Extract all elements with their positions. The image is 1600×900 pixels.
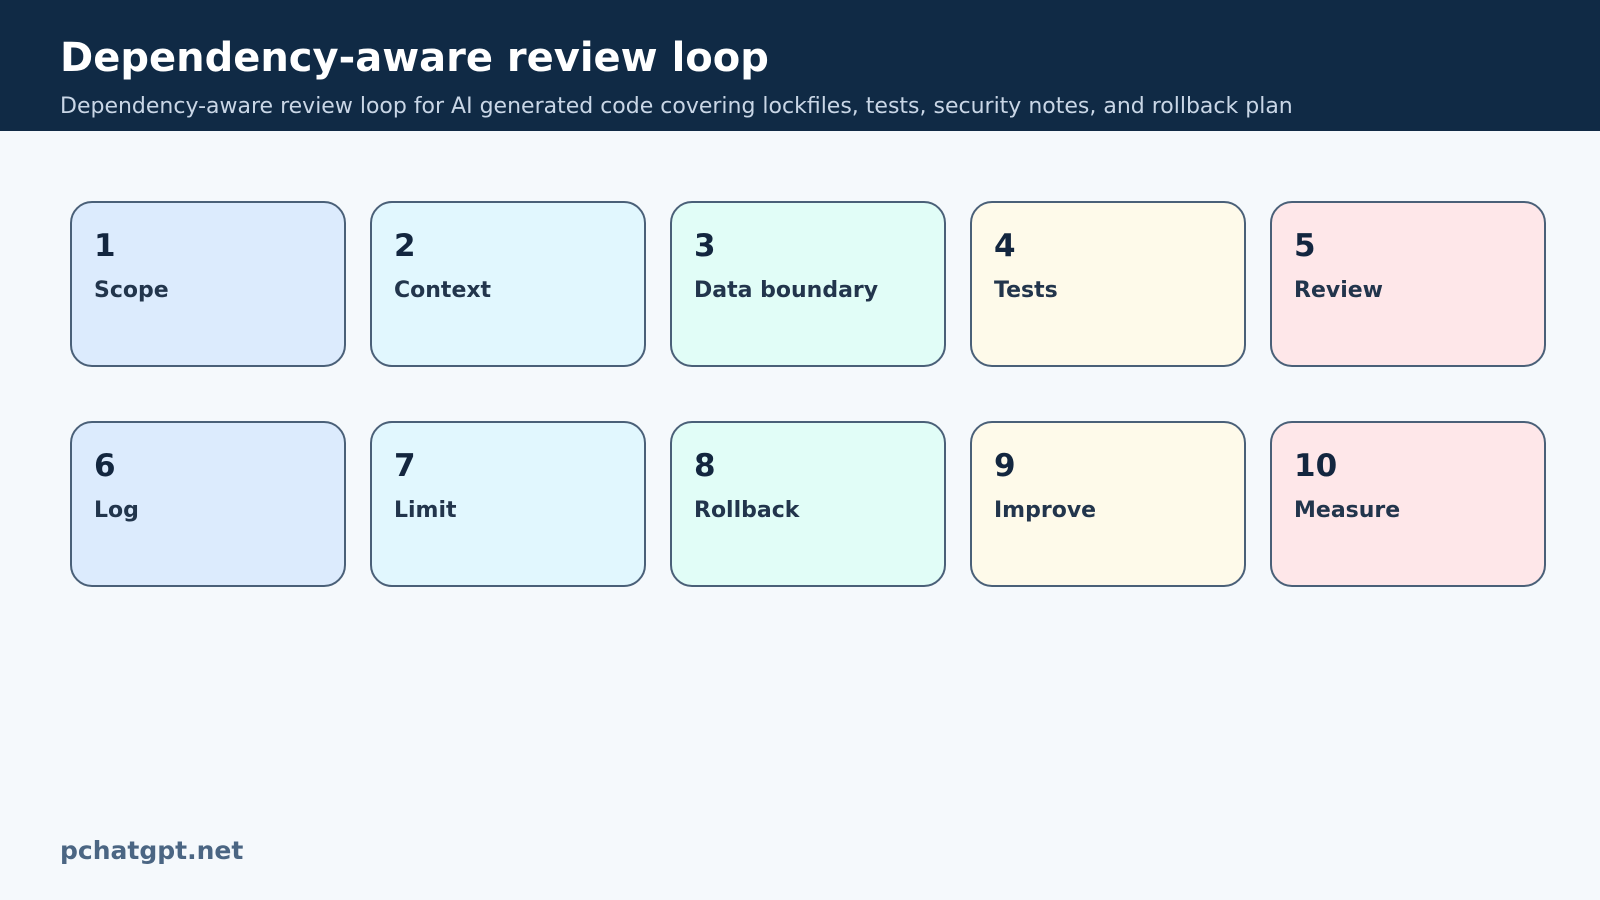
step-number: 3: [694, 228, 716, 264]
step-card-5: 5 Review: [1270, 201, 1546, 367]
step-number: 9: [994, 448, 1016, 484]
step-card-2: 2 Context: [370, 201, 646, 367]
page-title: Dependency-aware review loop: [60, 35, 769, 81]
step-label: Review: [1294, 278, 1383, 303]
step-number: 8: [694, 448, 716, 484]
step-label: Scope: [94, 278, 169, 303]
step-number: 6: [94, 448, 116, 484]
page-subtitle: Dependency-aware review loop for AI gene…: [60, 94, 1293, 119]
step-number: 10: [1294, 448, 1338, 484]
step-card-4: 4 Tests: [970, 201, 1246, 367]
step-label: Measure: [1294, 498, 1401, 523]
step-label: Limit: [394, 498, 457, 523]
step-card-3: 3 Data boundary: [670, 201, 946, 367]
step-label: Data boundary: [694, 278, 879, 303]
step-number: 4: [994, 228, 1016, 264]
step-number: 1: [94, 228, 116, 264]
site-brand: pchatgpt.net: [60, 836, 244, 865]
step-card-7: 7 Limit: [370, 421, 646, 587]
header-banner: Dependency-aware review loop Dependency-…: [0, 0, 1600, 131]
step-label: Context: [394, 278, 492, 303]
step-number: 5: [1294, 228, 1316, 264]
step-label: Rollback: [694, 498, 800, 523]
step-label: Tests: [994, 278, 1058, 303]
step-label: Log: [94, 498, 139, 523]
step-card-6: 6 Log: [70, 421, 346, 587]
step-card-10: 10 Measure: [1270, 421, 1546, 587]
step-label: Improve: [994, 498, 1097, 523]
step-number: 7: [394, 448, 416, 484]
step-card-1: 1 Scope: [70, 201, 346, 367]
step-card-8: 8 Rollback: [670, 421, 946, 587]
step-number: 2: [394, 228, 416, 264]
step-card-9: 9 Improve: [970, 421, 1246, 587]
